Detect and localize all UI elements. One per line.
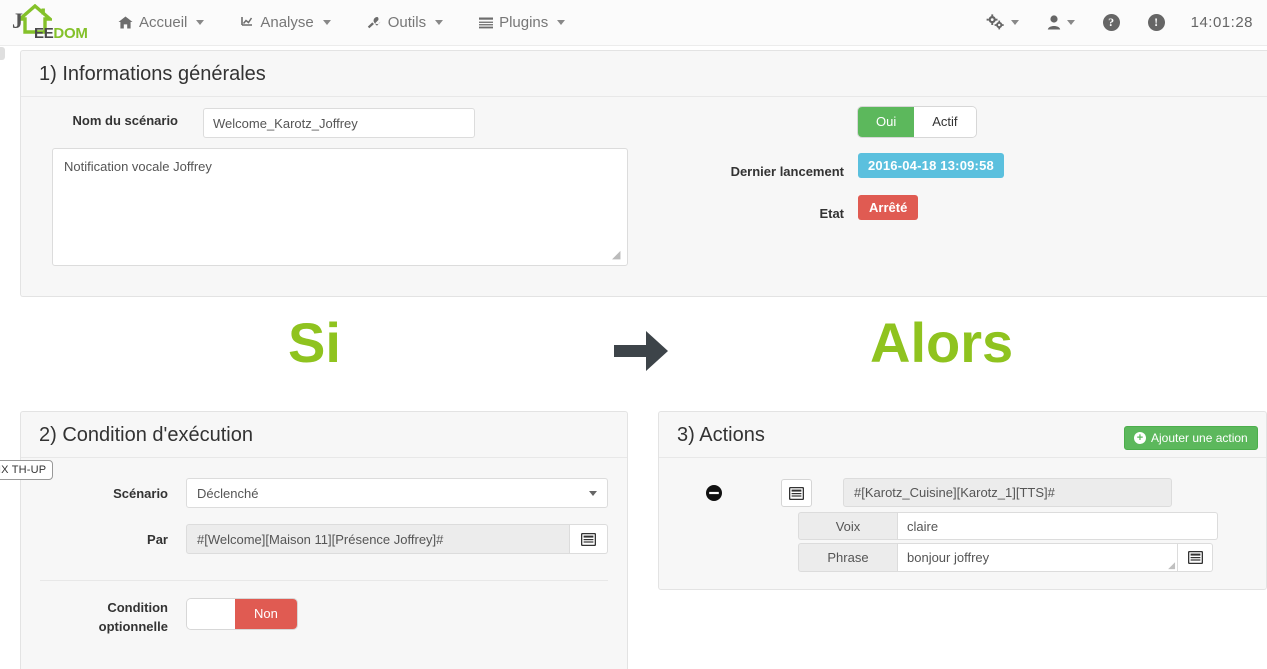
nav-item-outils-label: Outils — [387, 14, 427, 31]
plus-circle-icon: + — [1134, 432, 1146, 444]
condition-scenario-select[interactable]: Déclenché — [186, 478, 608, 508]
condition-optional-label: Condition optionnelle — [40, 598, 168, 636]
brand-text: EEDOM — [34, 25, 88, 42]
toggle-optional-blank-button[interactable] — [187, 599, 235, 629]
gears-icon[interactable] — [972, 0, 1033, 46]
general-info-title: 1) Informations générales — [21, 51, 1267, 97]
toggle-actif-button[interactable]: Actif — [914, 107, 976, 137]
question-mark-glyph: ? — [1102, 14, 1120, 31]
nav-item-accueil-label: Accueil — [139, 14, 188, 31]
exclamation-glyph: ! — [1147, 14, 1165, 31]
chevron-down-icon — [322, 20, 331, 25]
condition-par-group: #[Welcome][Maison 11][Présence Joffrey]# — [186, 524, 608, 554]
condition-optional-label-line2: optionnelle — [98, 619, 168, 634]
nav-item-outils[interactable]: Outils — [349, 0, 461, 46]
phrase-resize-handle[interactable]: ◢ — [1168, 561, 1175, 570]
question-circle-icon[interactable]: ? — [1089, 0, 1134, 46]
nav-item-plugins[interactable]: Plugins — [461, 0, 583, 46]
arrow-right-icon — [610, 318, 672, 384]
brand-text-dark: EE — [34, 24, 54, 42]
nav-item-accueil[interactable]: Accueil — [100, 0, 222, 46]
nav-item-plugins-label: Plugins — [499, 14, 549, 31]
list-window-icon — [789, 486, 804, 500]
panel-collapse-nub[interactable] — [0, 47, 5, 60]
scenario-name-input[interactable] — [203, 108, 475, 138]
chevron-down-icon — [196, 20, 205, 25]
chart-icon — [240, 16, 254, 29]
condition-par-label: Par — [147, 532, 168, 547]
add-action-button-label: Ajouter une action — [1151, 431, 1248, 445]
list-icon — [479, 17, 494, 29]
top-navbar: J EEDOM Accueil Analyse Outils Plugins ?… — [0, 0, 1267, 46]
chevron-down-icon — [435, 20, 444, 25]
action-option-value-voix[interactable]: claire — [898, 512, 1218, 540]
condition-panel-title: 2) Condition d'exécution — [21, 412, 627, 458]
state-badge: Arrêté — [858, 195, 919, 220]
action-option-row-phrase: Phrase bonjour joffrey ◢ — [798, 543, 1213, 572]
chevron-down-icon — [557, 20, 566, 25]
chevron-down-icon — [1066, 20, 1075, 25]
nav-item-analyse-label: Analyse — [260, 14, 314, 31]
condition-optional-toggle[interactable]: Non — [187, 599, 297, 629]
brand-logo[interactable]: J EEDOM — [0, 0, 88, 46]
chevron-down-icon — [589, 490, 597, 496]
chevron-down-icon — [1010, 20, 1019, 25]
toggle-oui-button[interactable]: Oui — [858, 107, 915, 137]
flow-word-alors: Alors — [870, 311, 1014, 374]
last-run-label: Dernier lancement — [730, 164, 844, 179]
condition-par-input[interactable]: #[Welcome][Maison 11][Présence Joffrey]# — [186, 524, 570, 554]
toggle-optional-non-button[interactable]: Non — [235, 599, 297, 629]
state-label: Etat — [819, 206, 844, 221]
list-window-icon — [581, 532, 596, 546]
flow-word-si: Si — [288, 311, 341, 374]
exclamation-circle-icon[interactable]: ! — [1134, 0, 1179, 46]
condition-scenario-label: Scénario — [113, 486, 168, 501]
condition-divider — [40, 580, 608, 581]
nav-item-analyse[interactable]: Analyse — [222, 0, 348, 46]
add-action-button[interactable]: + Ajouter une action — [1124, 426, 1258, 450]
minus-circle-icon[interactable] — [705, 484, 723, 502]
action-picker-button[interactable] — [781, 479, 812, 507]
action-option-key-phrase: Phrase — [798, 543, 898, 572]
user-icon[interactable] — [1033, 0, 1089, 46]
nav-menu: Accueil Analyse Outils Plugins — [100, 0, 583, 46]
logo-letter-j: J — [12, 7, 23, 33]
condition-par-picker-button[interactable] — [570, 524, 608, 554]
condition-optional-label-line1: Condition — [107, 600, 168, 615]
wrench-icon — [367, 16, 382, 29]
action-option-row-voix: Voix claire — [798, 512, 1218, 540]
edge-tooltip-badge: NX TH-UP — [0, 460, 54, 480]
brand-text-green: DOM — [53, 24, 88, 42]
list-window-icon — [1187, 551, 1203, 564]
nav-right-group: ? ! 14:01:28 — [972, 0, 1267, 46]
action-option-value-phrase[interactable]: bonjour joffrey ◢ — [898, 543, 1178, 572]
scenario-name-label: Nom du scénario — [72, 113, 178, 128]
action-command-input[interactable]: #[Karotz_Cuisine][Karotz_1][TTS]# — [843, 478, 1172, 507]
action-phrase-picker-button[interactable] — [1178, 543, 1213, 572]
last-run-badge: 2016-04-18 13:09:58 — [858, 153, 1004, 178]
home-icon — [118, 16, 133, 29]
scenario-description-textarea[interactable] — [52, 148, 628, 266]
scenario-active-toggle[interactable]: Oui Actif — [858, 107, 976, 137]
clock-display: 14:01:28 — [1190, 14, 1253, 31]
action-option-key-voix: Voix — [798, 512, 898, 540]
condition-scenario-select-value: Déclenché — [197, 485, 259, 501]
